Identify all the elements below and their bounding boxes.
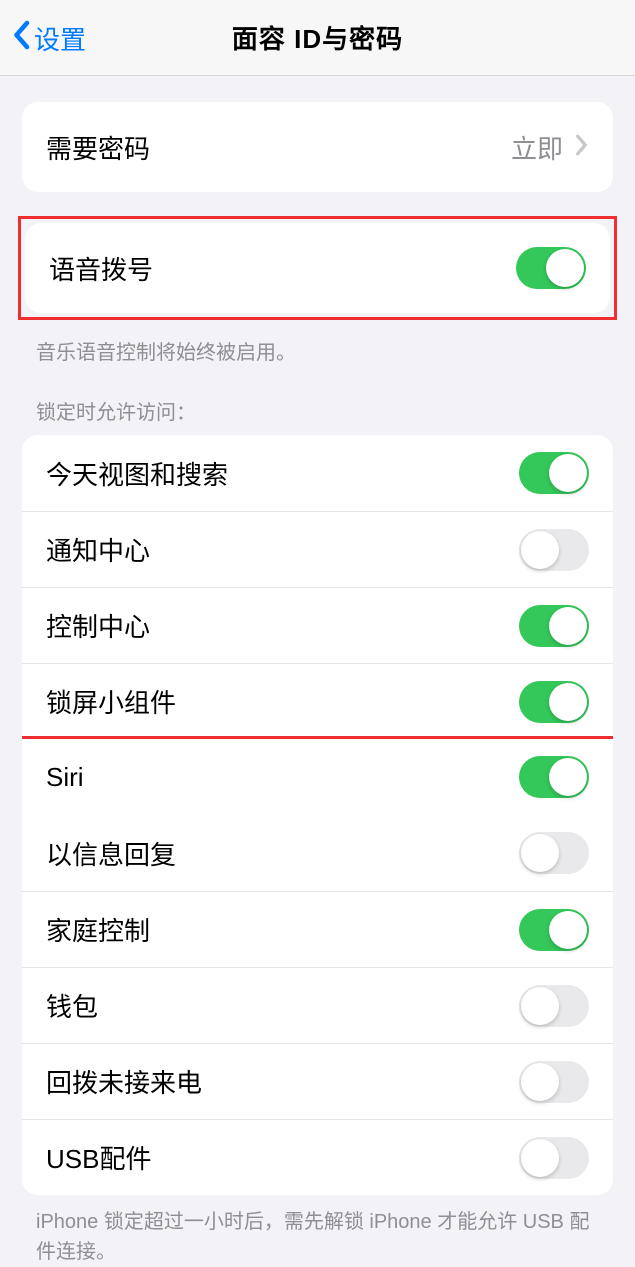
lock-item-row[interactable]: 钱包 — [22, 967, 613, 1043]
lock-item-row[interactable]: 锁屏小组件 — [22, 663, 613, 739]
lock-access-group: 今天视图和搜索通知中心控制中心锁屏小组件 Siri 以信息回复家庭控制钱包回拨未接来… — [22, 435, 613, 1195]
navbar: 设置 面容 ID与密码 — [0, 0, 635, 76]
chevron-left-icon — [12, 20, 30, 57]
voice-dial-row[interactable]: 语音拨号 — [25, 223, 610, 313]
chevron-right-icon — [575, 132, 589, 163]
lock-item-row[interactable]: 通知中心 — [22, 511, 613, 587]
lock-item-toggle[interactable] — [519, 985, 589, 1027]
lock-item-row[interactable]: Siri — [22, 739, 613, 815]
lock-item-label: 钱包 — [46, 987, 98, 1024]
lock-item-label: 以信息回复 — [46, 835, 176, 872]
voice-dial-highlight: 语音拨号 — [22, 210, 613, 326]
lock-item-label: 控制中心 — [46, 607, 150, 644]
lock-item-toggle[interactable] — [519, 1061, 589, 1103]
lock-item-toggle[interactable] — [519, 529, 589, 571]
lock-item-row[interactable]: USB配件 — [22, 1119, 613, 1195]
lock-item-toggle[interactable] — [519, 681, 589, 723]
require-passcode-label: 需要密码 — [46, 129, 150, 166]
lock-item-label: 今天视图和搜索 — [46, 455, 228, 492]
voice-dial-footer: 音乐语音控制将始终被启用。 — [36, 338, 599, 368]
lock-item-toggle[interactable] — [519, 605, 589, 647]
lock-item-toggle[interactable] — [519, 452, 589, 494]
voice-dial-label: 语音拨号 — [49, 250, 153, 287]
lock-item-row[interactable]: 回拨未接来电 — [22, 1043, 613, 1119]
require-passcode-value: 立即 — [511, 129, 589, 166]
lock-item-label: 家庭控制 — [46, 911, 150, 948]
lock-item-toggle[interactable] — [519, 1137, 589, 1179]
lock-item-row[interactable]: 今天视图和搜索 — [22, 435, 613, 511]
lock-item-toggle[interactable] — [519, 756, 589, 798]
lock-item-label: 锁屏小组件 — [46, 683, 176, 720]
page-title: 面容 ID与密码 — [232, 19, 403, 56]
usb-footer: iPhone 锁定超过一小时后，需先解锁 iPhone 才能允许 USB 配件连… — [36, 1207, 599, 1267]
lock-item-label: Siri — [46, 762, 84, 793]
lock-item-label: USB配件 — [46, 1139, 151, 1176]
require-passcode-row[interactable]: 需要密码 立即 — [22, 102, 613, 192]
lock-item-row[interactable]: 家庭控制 — [22, 891, 613, 967]
lock-item-label: 回拨未接来电 — [46, 1063, 202, 1100]
lock-item-label: 通知中心 — [46, 531, 150, 568]
require-passcode-group: 需要密码 立即 — [22, 102, 613, 192]
content: 需要密码 立即 语音拨号 音乐语音控制将始终被 — [0, 102, 635, 1267]
siri-highlight: Siri — [22, 736, 613, 818]
back-label: 设置 — [34, 20, 86, 57]
lock-item-toggle[interactable] — [519, 909, 589, 951]
lock-item-row[interactable]: 控制中心 — [22, 587, 613, 663]
voice-dial-toggle[interactable] — [516, 247, 586, 289]
back-button[interactable]: 设置 — [12, 0, 86, 76]
lock-item-toggle[interactable] — [519, 832, 589, 874]
lock-access-header: 锁定时允许访问： — [36, 396, 599, 425]
lock-item-row[interactable]: 以信息回复 — [22, 815, 613, 891]
